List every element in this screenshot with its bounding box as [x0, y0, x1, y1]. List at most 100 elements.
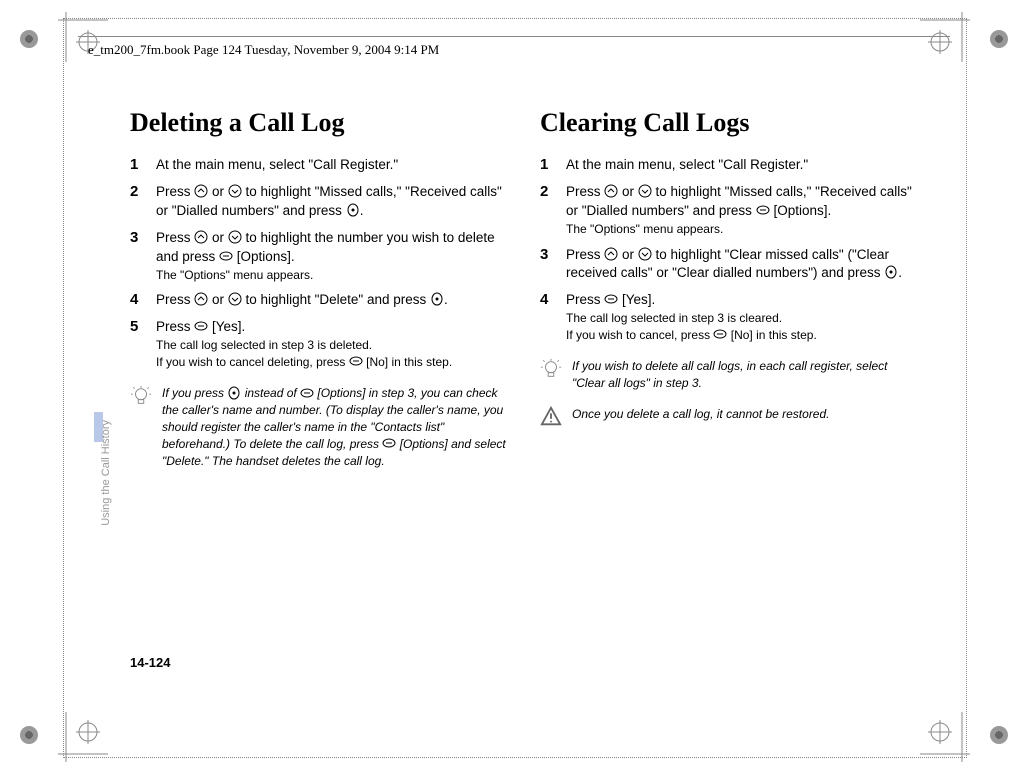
text: . — [360, 203, 364, 218]
center-key-icon — [884, 264, 898, 283]
text: Press — [156, 319, 194, 334]
text: If you wish to cancel, press — [566, 328, 713, 342]
softkey-icon — [300, 386, 314, 403]
note-text: If you press instead of [Options] in ste… — [162, 385, 510, 470]
center-key-icon — [430, 291, 444, 310]
step-body: Press [Yes]. The call log selected in st… — [566, 291, 920, 344]
text: If you wish to cancel deleting, press — [156, 355, 349, 369]
text: or — [618, 247, 638, 262]
center-key-icon — [227, 386, 241, 403]
step: 1 At the main menu, select "Call Registe… — [540, 156, 920, 175]
step-body: Press or to highlight "Missed calls," "R… — [566, 183, 920, 238]
step-subtext: If you wish to cancel deleting, press [N… — [156, 354, 510, 371]
down-key-icon — [638, 246, 652, 265]
down-key-icon — [228, 183, 242, 202]
header-rule — [78, 36, 950, 37]
step-body: At the main menu, select "Call Register.… — [566, 156, 920, 175]
right-column: Clearing Call Logs 1 At the main menu, s… — [540, 108, 920, 470]
softkey-icon — [194, 318, 208, 337]
up-key-icon — [194, 291, 208, 310]
step-number: 2 — [540, 183, 566, 238]
up-key-icon — [604, 183, 618, 202]
steps-right: 1 At the main menu, select "Call Registe… — [540, 156, 920, 344]
step-body: Press or to highlight "Clear missed call… — [566, 246, 920, 284]
lightbulb-icon — [540, 358, 562, 380]
text: Press — [566, 184, 604, 199]
step-subtext: The "Options" menu appears. — [566, 221, 920, 238]
text: Press — [156, 292, 194, 307]
text: or — [208, 292, 228, 307]
step: 2 Press or to highlight "Missed calls," … — [540, 183, 920, 238]
step-number: 3 — [130, 229, 156, 284]
softkey-icon — [713, 327, 727, 344]
text: Press — [156, 230, 194, 245]
text: . — [444, 292, 448, 307]
text: [No] in this step. — [727, 328, 816, 342]
step-body: Press or to highlight the number you wis… — [156, 229, 510, 284]
step: 4 Press or to highlight "Delete" and pre… — [130, 291, 510, 310]
step: 2 Press or to highlight "Missed calls," … — [130, 183, 510, 221]
text: [Options]. — [233, 249, 295, 264]
down-key-icon — [228, 229, 242, 248]
step-subtext: The call log selected in step 3 is clear… — [566, 310, 920, 327]
step-number: 4 — [130, 291, 156, 310]
crop-circle — [990, 726, 1008, 744]
text: [No] in this step. — [363, 355, 452, 369]
down-key-icon — [638, 183, 652, 202]
section-title-right: Clearing Call Logs — [540, 108, 920, 138]
step: 3 Press or to highlight "Clear missed ca… — [540, 246, 920, 284]
text: [Yes]. — [208, 319, 245, 334]
text: Press — [566, 247, 604, 262]
step-subtext: The "Options" menu appears. — [156, 267, 510, 284]
step-number: 2 — [130, 183, 156, 221]
crop-circle — [20, 726, 38, 744]
left-column: Deleting a Call Log 1 At the main menu, … — [130, 108, 510, 470]
text: [Options]. — [770, 203, 832, 218]
step-body: Press or to highlight "Missed calls," "R… — [156, 183, 510, 221]
step-number: 5 — [130, 318, 156, 371]
step: 1 At the main menu, select "Call Registe… — [130, 156, 510, 175]
page-number: 14-124 — [130, 655, 170, 670]
center-key-icon — [346, 202, 360, 221]
text: instead of — [241, 386, 300, 400]
note-text: Once you delete a call log, it cannot be… — [572, 406, 830, 428]
text: . — [898, 265, 902, 280]
text: or — [618, 184, 638, 199]
crop-circle — [20, 30, 38, 48]
up-key-icon — [194, 229, 208, 248]
text: or — [208, 230, 228, 245]
step-subtext: The call log selected in step 3 is delet… — [156, 337, 510, 354]
lightbulb-icon — [130, 385, 152, 407]
up-key-icon — [194, 183, 208, 202]
section-title-left: Deleting a Call Log — [130, 108, 510, 138]
caution-icon — [540, 406, 562, 428]
text: or — [208, 184, 228, 199]
up-key-icon — [604, 246, 618, 265]
text: [Yes]. — [618, 292, 655, 307]
softkey-icon — [219, 248, 233, 267]
step: 5 Press [Yes]. The call log selected in … — [130, 318, 510, 371]
softkey-icon — [604, 291, 618, 310]
caution-note: Once you delete a call log, it cannot be… — [540, 406, 920, 428]
steps-left: 1 At the main menu, select "Call Registe… — [130, 156, 510, 371]
text: to highlight "Delete" and press — [242, 292, 430, 307]
step-number: 3 — [540, 246, 566, 284]
step-number: 4 — [540, 291, 566, 344]
step-subtext: If you wish to cancel, press [No] in thi… — [566, 327, 920, 344]
step-body: Press [Yes]. The call log selected in st… — [156, 318, 510, 371]
step: 3 Press or to highlight the number you w… — [130, 229, 510, 284]
tip-note: If you press instead of [Options] in ste… — [130, 385, 510, 470]
content-area: Deleting a Call Log 1 At the main menu, … — [130, 108, 930, 470]
page-header: e_tm200_7fm.book Page 124 Tuesday, Novem… — [88, 42, 439, 58]
step-number: 1 — [130, 156, 156, 175]
note-text: If you wish to delete all call logs, in … — [572, 358, 920, 392]
tip-note: If you wish to delete all call logs, in … — [540, 358, 920, 392]
down-key-icon — [228, 291, 242, 310]
crop-circle — [990, 30, 1008, 48]
text: Press — [566, 292, 604, 307]
softkey-icon — [756, 202, 770, 221]
text: If you press — [162, 386, 227, 400]
step: 4 Press [Yes]. The call log selected in … — [540, 291, 920, 344]
step-number: 1 — [540, 156, 566, 175]
softkey-icon — [349, 354, 363, 371]
